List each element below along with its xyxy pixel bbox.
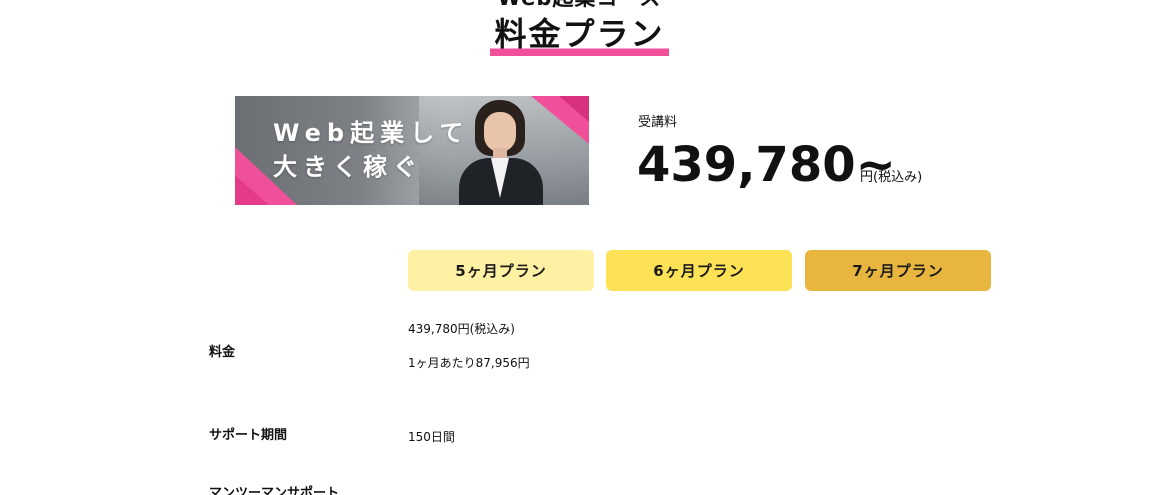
tab-7-month-plan-label: 7ヶ月プラン — [852, 262, 944, 280]
person-face — [484, 112, 516, 152]
tab-7-month-plan[interactable]: 7ヶ月プラン — [805, 250, 991, 291]
tab-6-month-plan-label: 6ヶ月プラン — [653, 262, 745, 280]
banner-pink-triangle-left-inner — [235, 175, 269, 205]
banner-text-line1: Web起業して — [273, 119, 470, 147]
tab-6-month-plan[interactable]: 6ヶ月プラン — [606, 250, 792, 291]
fee-amount: 439,780~ — [637, 137, 896, 193]
price-row-monthly: 1ヶ月あたり87,956円 — [408, 356, 530, 370]
price-row-label: 料金 — [209, 345, 236, 360]
one-on-one-support-label: マンツーマンサポート — [209, 486, 340, 495]
tab-5-month-plan-label: 5ヶ月プラン — [455, 262, 547, 280]
course-banner-image: Web起業して 大きく稼ぐ — [235, 96, 589, 205]
support-period-value: 150日間 — [408, 430, 455, 444]
pricing-page: Web起業コース 料金プラン Web起業して 大きく稼ぐ 受講料 439,780… — [0, 0, 1159, 495]
banner-text: Web起業して 大きく稼ぐ — [273, 116, 469, 184]
tab-5-month-plan[interactable]: 5ヶ月プラン — [408, 250, 594, 291]
fee-label: 受講料 — [638, 115, 678, 130]
banner-text-line2: 大きく稼ぐ — [273, 153, 423, 181]
price-row-value: 439,780円(税込み) — [408, 322, 515, 336]
section-title-wrap: 料金プラン — [0, 14, 1159, 56]
page-title: 料金プラン — [490, 14, 669, 56]
support-period-label: サポート期間 — [209, 428, 288, 443]
section-kicker: Web起業コース — [0, 0, 1159, 10]
fee-unit: 円(税込み) — [860, 170, 923, 185]
banner-pink-triangle-right-inner — [559, 96, 589, 122]
